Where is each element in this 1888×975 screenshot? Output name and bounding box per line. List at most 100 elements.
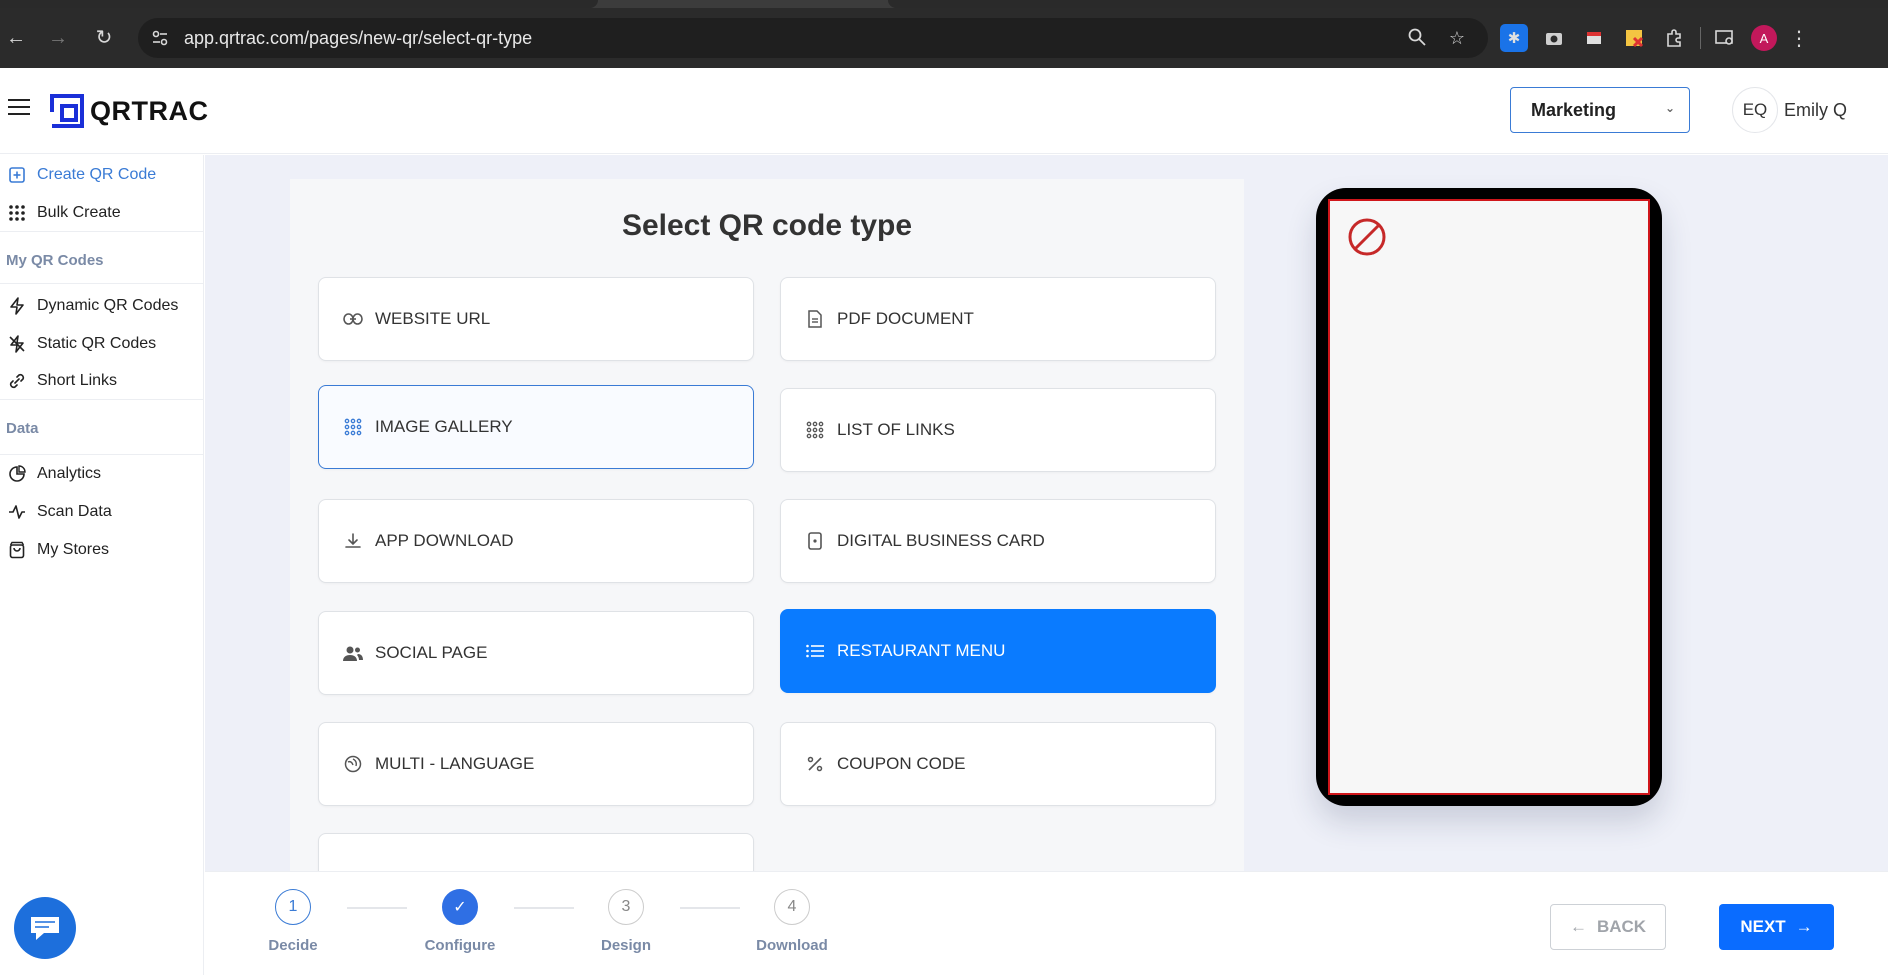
user-name[interactable]: Emily Q [1784,100,1847,121]
forward-arrow-icon[interactable]: → [46,26,70,50]
sidebar-item-analytics[interactable]: Analytics [0,456,204,492]
workspace-value: Marketing [1531,100,1617,120]
qr-type-label: COUPON CODE [837,754,966,773]
back-button[interactable]: ← BACK [1550,904,1666,950]
step-design[interactable]: 3 Design [581,889,671,954]
qr-type-pdf-document[interactable]: PDF DOCUMENT [780,277,1216,361]
hamburger-menu-icon[interactable] [8,99,30,117]
qr-type-multi-language[interactable]: MULTI - LANGUAGE [318,722,754,806]
pie-chart-icon [8,465,26,483]
step-label: Download [756,937,828,954]
sidebar-item-short-links[interactable]: Short Links [0,363,204,399]
wizard-footer: 1 Decide ✓ Configure 3 Design 4 Download… [205,871,1888,975]
qr-type-restaurant-menu[interactable]: RESTAURANT MENU [780,609,1216,693]
url-text[interactable]: app.qrtrac.com/pages/new-qr/select-qr-ty… [184,28,532,49]
sidebar-item-create-qr-code[interactable]: Create QR Code [0,157,204,193]
logo-text: QRTRAC [90,95,209,126]
sidebar-item-label: Short Links [37,372,118,389]
reload-icon[interactable]: ↻ [92,26,116,50]
step-configure[interactable]: ✓ Configure [415,889,505,954]
next-button[interactable]: NEXT → [1719,904,1834,950]
qr-type-website-url[interactable]: WEBSITE URL [318,277,754,361]
phone-preview-screen [1328,199,1650,795]
step-label: Design [600,937,651,954]
grid-dots-icon [805,420,825,440]
step-decide[interactable]: 1 Decide [248,889,338,954]
qr-type-coupon-code[interactable]: COUPON CODE [780,722,1216,806]
back-arrow-icon[interactable]: ← [4,26,28,50]
browser-toolbar: ← → ↻ app.qrtrac.com/pages/new-qr/select… [0,8,1888,68]
bookmark-star-icon[interactable]: ☆ [1446,27,1468,49]
step-connector [347,907,407,909]
browser-tab[interactable] [888,0,1888,8]
qr-type-image-gallery[interactable]: IMAGE GALLERY [318,385,754,469]
step-connector [680,907,740,909]
address-bar[interactable]: app.qrtrac.com/pages/new-qr/select-qr-ty… [138,18,1488,58]
toolbar-divider [1700,27,1701,49]
camera-extension-icon[interactable] [1540,24,1568,52]
spreadsheet-extension-icon[interactable] [1620,24,1648,52]
bolt-off-icon [8,335,26,353]
sidebar-item-my-stores[interactable]: My Stores [0,532,204,568]
step-label: Decide [268,937,318,954]
zoom-icon[interactable] [1406,27,1428,49]
download-icon [343,531,363,551]
browser-tab[interactable] [0,0,598,8]
sidebar-item-label: Static QR Codes [37,335,157,352]
sidebar-item-scan-data[interactable]: Scan Data [0,494,204,530]
step-label: Configure [424,937,496,954]
plus-square-icon [8,166,26,184]
support-chat-button[interactable] [14,897,76,959]
chat-icon [31,917,59,940]
user-avatar[interactable]: EQ [1732,87,1778,133]
sidebar-item-static-qr-codes[interactable]: Static QR Codes [0,326,204,362]
puzzle-extensions-icon[interactable] [1660,24,1688,52]
qr-type-panel: Select QR code type WEBSITE URL PDF DOCU… [290,179,1244,871]
link-icon [8,372,26,390]
blocked-icon [1348,218,1386,256]
arrow-right-icon: → [1795,917,1813,936]
qr-type-app-download[interactable]: APP DOWNLOAD [318,499,754,583]
extension-gear-icon[interactable]: ✱ [1500,24,1528,52]
activity-icon [8,503,26,521]
browser-tab-strip [0,0,1888,8]
browser-profile-avatar[interactable]: A [1751,25,1777,51]
users-icon [343,643,363,663]
qr-type-label: DIGITAL BUSINESS CARD [837,531,1045,550]
sidebar-item-dynamic-qr-codes[interactable]: Dynamic QR Codes [0,288,204,324]
workspace-select[interactable]: Marketing ⌄ [1510,87,1690,133]
site-settings-icon[interactable] [150,28,170,48]
logo-mark-icon [50,94,84,128]
sidebar-section-data: Data [6,420,39,437]
sidebar-item-bulk-create[interactable]: Bulk Create [0,195,204,231]
step-download[interactable]: 4 Download [747,889,837,954]
step-number: 1 [275,889,311,925]
qrtrac-logo[interactable]: QRTRAC [50,94,209,128]
tab-manager-extension-icon[interactable] [1580,24,1608,52]
qr-type-label: IMAGE GALLERY [375,417,513,436]
sidebar: Create QR Code Bulk Create My QR Codes D… [0,155,204,975]
language-icon [343,754,363,774]
qr-type-partial-card[interactable] [318,833,754,871]
grid-dots-icon [8,204,26,222]
bolt-icon [8,297,26,315]
qr-type-list-of-links[interactable]: LIST OF LINKS [780,388,1216,472]
page-title: Select QR code type [621,209,913,242]
step-number: 3 [608,889,644,925]
percent-icon [805,754,825,774]
qr-type-digital-business-card[interactable]: DIGITAL BUSINESS CARD [780,499,1216,583]
sidebar-divider [0,231,204,232]
qr-type-social-page[interactable]: SOCIAL PAGE [318,611,754,695]
sidebar-item-label: Analytics [37,465,102,482]
tab-search-icon[interactable] [1711,24,1739,52]
chevron-down-icon: ⌄ [1664,101,1675,115]
more-options-icon[interactable]: ⋮ [1789,26,1809,51]
back-button-label: BACK [1596,917,1647,936]
step-check-icon: ✓ [442,889,478,925]
step-number: 4 [774,889,810,925]
grid-dots-icon [343,417,363,437]
qr-type-label: MULTI - LANGUAGE [375,754,535,773]
qr-type-label: APP DOWNLOAD [375,531,514,550]
phone-preview [1316,188,1662,806]
qr-type-label: LIST OF LINKS [837,420,955,439]
